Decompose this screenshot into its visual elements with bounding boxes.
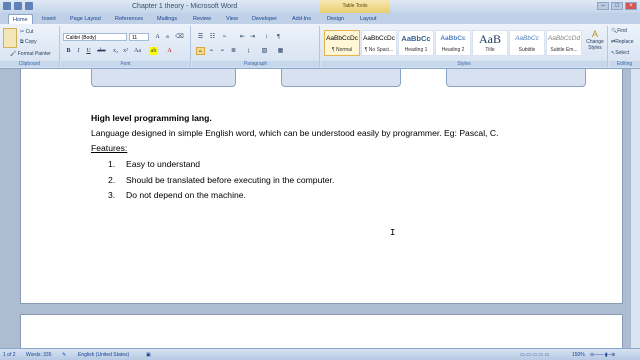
document-page[interactable]: High level programming lang. Language de… bbox=[20, 69, 623, 304]
styles-group: AaBbCcDc ¶ Normal AaBbCcDc ¶ No Spaci...… bbox=[321, 26, 608, 67]
close-button[interactable]: × bbox=[625, 2, 637, 10]
strikethrough-icon[interactable]: abc bbox=[97, 47, 106, 55]
show-marks-icon[interactable]: ¶ bbox=[274, 33, 283, 41]
clipboard-group: ✂ Cut ⧉ Copy 🖌 Format Painter Clipboard bbox=[0, 26, 60, 67]
paste-icon[interactable] bbox=[3, 28, 17, 48]
cut-button[interactable]: ✂ Cut bbox=[20, 29, 33, 35]
definition-text: Language designed in simple English word… bbox=[91, 128, 499, 138]
tab-insert[interactable]: Insert bbox=[38, 14, 60, 24]
copy-button[interactable]: ⧉ Copy bbox=[20, 39, 37, 45]
tab-page-layout[interactable]: Page Layout bbox=[66, 14, 105, 24]
tab-layout[interactable]: Layout bbox=[356, 14, 381, 24]
tab-review[interactable]: Review bbox=[189, 14, 215, 24]
tab-design[interactable]: Design bbox=[323, 14, 348, 24]
quick-access-toolbar bbox=[3, 2, 33, 10]
highlight-icon[interactable]: ab bbox=[149, 47, 158, 55]
font-size-combo[interactable]: 11 bbox=[129, 33, 149, 41]
zoom-level[interactable]: 150% bbox=[572, 352, 585, 358]
change-styles-icon: A bbox=[591, 29, 598, 39]
styles-label: Styles bbox=[321, 61, 607, 67]
save-icon[interactable] bbox=[14, 2, 22, 10]
change-case-icon[interactable]: Aa bbox=[133, 47, 142, 55]
ribbon-tabs: Home Insert Page Layout References Maili… bbox=[0, 13, 640, 24]
justify-icon[interactable]: ≣ bbox=[229, 47, 238, 55]
undo-icon[interactable] bbox=[25, 2, 33, 10]
title-bar: Chapter 1 theory - Microsoft Word Table … bbox=[0, 0, 640, 13]
shrink-font-icon[interactable]: a bbox=[163, 33, 172, 41]
decrease-indent-icon[interactable]: ⇤ bbox=[238, 33, 247, 41]
macro-record-icon[interactable]: ▣ bbox=[146, 352, 151, 358]
paragraph-label: Paragraph bbox=[192, 61, 319, 67]
features-label: Features: bbox=[91, 143, 128, 153]
editing-label: Editing bbox=[609, 61, 640, 67]
style-heading-1[interactable]: AaBbCc Heading 1 bbox=[398, 30, 434, 56]
underline-icon[interactable]: U bbox=[84, 47, 93, 55]
shading-icon[interactable]: ▨ bbox=[260, 47, 269, 55]
tab-references[interactable]: References bbox=[111, 14, 147, 24]
flowchart-shape[interactable] bbox=[446, 69, 586, 87]
section-heading: High level programming lang. bbox=[91, 113, 212, 123]
bullets-icon[interactable]: ☰ bbox=[196, 33, 205, 41]
word-count[interactable]: Words: 335 bbox=[26, 352, 51, 358]
replace-button[interactable]: ⇄Replace bbox=[611, 39, 634, 45]
style-title[interactable]: AaB Title bbox=[472, 30, 508, 56]
multilevel-list-icon[interactable]: ≡ bbox=[220, 33, 229, 41]
list-item: 1. Easy to understand bbox=[108, 159, 201, 169]
superscript-icon[interactable]: x² bbox=[121, 47, 130, 55]
increase-indent-icon[interactable]: ⇥ bbox=[248, 33, 257, 41]
find-button[interactable]: 🔍Find bbox=[611, 28, 627, 34]
format-painter-button[interactable]: 🖌 Format Painter bbox=[10, 51, 51, 57]
style-subtle-emphasis[interactable]: AaBbCcDd Subtle Em... bbox=[546, 30, 582, 56]
line-spacing-icon[interactable]: ↨ bbox=[244, 47, 253, 55]
proofing-icon[interactable]: ✎ bbox=[62, 352, 66, 358]
window-title: Chapter 1 theory - Microsoft Word bbox=[132, 3, 238, 10]
bold-icon[interactable]: B bbox=[64, 47, 73, 55]
align-right-icon[interactable]: ≡ bbox=[218, 47, 227, 55]
list-item: 2. Should be translated before executing … bbox=[108, 175, 335, 185]
table-tools-label: Table Tools bbox=[320, 0, 390, 13]
tab-view[interactable]: View bbox=[222, 14, 242, 24]
clear-format-icon[interactable]: ⌫ bbox=[175, 33, 184, 41]
style-normal[interactable]: AaBbCcDc ¶ Normal bbox=[324, 30, 360, 56]
select-button[interactable]: ↖Select bbox=[611, 50, 629, 56]
paragraph-group: ☰ ☷ ≡ ⇤ ⇥ ↕ ¶ ≡ ≡ ≡ ≣ ↨ ▨ ▦ Paragraph bbox=[192, 26, 320, 67]
italic-icon[interactable]: I bbox=[74, 47, 83, 55]
clipboard-label: Clipboard bbox=[0, 61, 59, 67]
tab-mailings[interactable]: Mailings bbox=[153, 14, 181, 24]
document-area[interactable]: High level programming lang. Language de… bbox=[0, 69, 640, 354]
office-button[interactable] bbox=[3, 2, 11, 10]
font-name-combo[interactable]: Calibri (Body) bbox=[63, 33, 127, 41]
text-cursor-icon: I bbox=[390, 228, 396, 238]
style-no-spacing[interactable]: AaBbCcDc ¶ No Spaci... bbox=[361, 30, 397, 56]
status-bar: 1 of 2 Words: 335 ✎ English (United Stat… bbox=[0, 348, 640, 360]
borders-icon[interactable]: ▦ bbox=[276, 47, 285, 55]
font-group: Calibri (Body) 11 A a ⌫ B I U abc x₂ x² … bbox=[61, 26, 191, 67]
tab-add-ins[interactable]: Add-Ins bbox=[288, 14, 315, 24]
editing-group: 🔍Find ⇄Replace ↖Select Editing bbox=[609, 26, 640, 67]
view-buttons[interactable]: ▭ ▭ ▭ ▭ ▭ bbox=[520, 352, 549, 358]
grow-font-icon[interactable]: A bbox=[153, 33, 162, 41]
language-indicator[interactable]: English (United States) bbox=[78, 352, 129, 358]
align-left-icon[interactable]: ≡ bbox=[196, 47, 205, 55]
tab-home[interactable]: Home bbox=[8, 14, 33, 24]
maximize-button[interactable]: □ bbox=[611, 2, 623, 10]
align-center-icon[interactable]: ≡ bbox=[207, 47, 216, 55]
font-color-icon[interactable]: A bbox=[165, 47, 174, 55]
style-heading-2[interactable]: AaBbCc Heading 2 bbox=[435, 30, 471, 56]
ribbon: ✂ Cut ⧉ Copy 🖌 Format Painter Clipboard … bbox=[0, 24, 640, 69]
vertical-scrollbar[interactable] bbox=[630, 69, 640, 348]
sort-icon[interactable]: ↕ bbox=[262, 33, 271, 41]
tab-developer[interactable]: Developer bbox=[248, 14, 281, 24]
page-count[interactable]: 1 of 2 bbox=[3, 352, 16, 358]
font-label: Font bbox=[61, 61, 190, 67]
subscript-icon[interactable]: x₂ bbox=[111, 47, 120, 55]
list-item: 3. Do not depend on the machine. bbox=[108, 190, 246, 200]
flowchart-shape[interactable] bbox=[281, 69, 401, 87]
zoom-slider[interactable]: ⊖───▮─⊕ bbox=[590, 352, 615, 358]
flowchart-shape[interactable] bbox=[91, 69, 236, 87]
change-styles-button[interactable]: A Change Styles bbox=[583, 29, 607, 59]
style-subtitle[interactable]: AaBbCc Subtitle bbox=[509, 30, 545, 56]
numbering-icon[interactable]: ☷ bbox=[208, 33, 217, 41]
minimize-button[interactable]: – bbox=[597, 2, 609, 10]
